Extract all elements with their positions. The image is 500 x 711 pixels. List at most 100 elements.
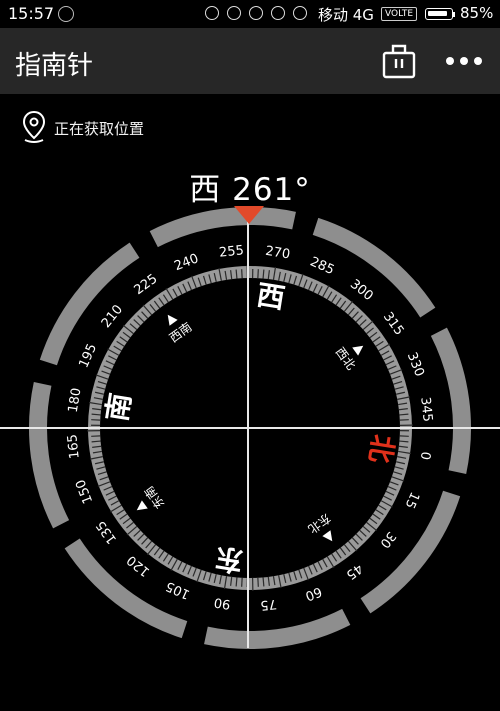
compass-dial[interactable]: 1530 45 60 75 90 105 120135 150 165 180 195 210225 2… bbox=[0, 0, 500, 711]
degree-label: 150 bbox=[73, 477, 96, 506]
cardinal-label-south: 南 bbox=[100, 391, 137, 424]
dial-tick bbox=[312, 563, 318, 573]
dial-tick bbox=[122, 324, 134, 335]
degree-label: 330 bbox=[404, 350, 427, 379]
degree-label: 30 bbox=[377, 528, 399, 550]
dial-tick bbox=[93, 397, 103, 400]
dial-tick bbox=[96, 386, 106, 390]
dial-tick bbox=[218, 267, 222, 281]
cardinal-label-north: 北 bbox=[363, 432, 400, 465]
dial-tick bbox=[369, 517, 378, 525]
dial-tick bbox=[142, 304, 153, 316]
heading-readout: 西 261° bbox=[0, 164, 500, 209]
dial-tick bbox=[172, 288, 178, 298]
dial-tick bbox=[267, 576, 270, 586]
dial-tick bbox=[378, 504, 387, 511]
app-bar: 指南针 bbox=[0, 28, 500, 94]
dial-tick bbox=[366, 327, 374, 335]
dial-tick bbox=[385, 360, 395, 366]
dial-tick bbox=[145, 540, 153, 549]
dial-tick bbox=[308, 565, 313, 575]
dial-tick bbox=[331, 553, 338, 562]
dial-tick bbox=[355, 533, 363, 541]
dial-tick bbox=[339, 547, 347, 556]
dial-tick bbox=[182, 283, 188, 293]
toolbox-icon[interactable] bbox=[382, 42, 416, 80]
degree-label: 0 bbox=[417, 450, 433, 461]
dial-tick bbox=[196, 569, 202, 583]
degree-label: 195 bbox=[76, 342, 100, 371]
bluetooth-icon bbox=[227, 6, 241, 20]
dial-tick bbox=[398, 445, 408, 448]
dial-tick bbox=[213, 272, 217, 282]
dial-tick bbox=[158, 550, 165, 559]
dial-tick bbox=[383, 495, 392, 501]
dial-tick bbox=[177, 561, 183, 570]
dial-tick bbox=[177, 286, 183, 295]
dial-tick bbox=[122, 331, 131, 339]
dial-tick bbox=[129, 323, 138, 331]
intercardinal-label-northeast: 东北 bbox=[306, 511, 334, 536]
dial-tick bbox=[317, 561, 323, 570]
degree-label: 135 bbox=[93, 518, 120, 547]
dial-tick bbox=[355, 315, 363, 323]
carrier-label: 移动 4G bbox=[318, 6, 374, 24]
location-pin-icon bbox=[22, 110, 46, 143]
dial-tick bbox=[398, 450, 412, 455]
battery-tip bbox=[453, 12, 455, 17]
dial-tick bbox=[122, 517, 131, 525]
dial-tick bbox=[116, 340, 125, 347]
dial-tick bbox=[380, 500, 393, 508]
outer-ring-segment bbox=[360, 490, 461, 614]
degree-label: 270 bbox=[264, 244, 291, 263]
dial-tick bbox=[372, 336, 381, 343]
signal-icon bbox=[293, 6, 307, 20]
dial-tick bbox=[153, 547, 161, 556]
dial-tick bbox=[162, 553, 169, 562]
dial-tick bbox=[141, 311, 149, 319]
cardinal-label-west: 西 bbox=[254, 278, 287, 315]
dial-tick bbox=[92, 408, 102, 411]
cardinal-label-east: 东 bbox=[213, 541, 246, 578]
intercardinal-marker bbox=[322, 530, 333, 542]
dial-tick bbox=[394, 466, 404, 470]
dial-tick bbox=[94, 461, 104, 465]
degree-label: 120 bbox=[124, 552, 153, 579]
dial-tick bbox=[224, 270, 228, 280]
dial-tick bbox=[95, 374, 109, 380]
dial-tick bbox=[208, 572, 212, 582]
alarm-icon bbox=[249, 6, 263, 20]
dial-tick bbox=[303, 567, 309, 581]
dial-tick bbox=[389, 369, 403, 375]
dial-tick bbox=[92, 445, 102, 448]
dial-tick bbox=[230, 576, 233, 586]
dial-tick bbox=[278, 575, 282, 589]
degree-label: 15 bbox=[401, 489, 421, 510]
dial-tick bbox=[109, 504, 122, 513]
dial-tick bbox=[396, 461, 406, 465]
dial-tick bbox=[153, 300, 161, 309]
dial-tick bbox=[267, 270, 270, 280]
dial-tick bbox=[389, 481, 399, 486]
degree-label: 165 bbox=[65, 433, 83, 459]
degree-label: 315 bbox=[380, 310, 407, 339]
dial-tick bbox=[391, 375, 401, 380]
more-dots-icon[interactable] bbox=[444, 52, 484, 70]
outer-ring-segment bbox=[29, 382, 70, 529]
intercardinal-marker bbox=[167, 314, 178, 326]
dial-tick bbox=[347, 307, 355, 316]
dial-tick bbox=[105, 490, 115, 496]
dial-tick bbox=[146, 544, 157, 556]
dial-tick bbox=[208, 274, 212, 284]
dial-tick bbox=[91, 440, 101, 443]
dial-tick bbox=[116, 509, 125, 516]
dial-tick bbox=[99, 476, 109, 481]
dial-tick bbox=[108, 355, 117, 361]
degree-label: 300 bbox=[347, 277, 376, 304]
dial-tick bbox=[288, 274, 292, 284]
dial-tick bbox=[187, 281, 192, 291]
dial-tick bbox=[326, 556, 335, 569]
intercardinal-label-southeast: 东南 bbox=[141, 484, 167, 512]
dial-tick bbox=[359, 529, 367, 537]
outer-ring-segment bbox=[204, 608, 351, 649]
